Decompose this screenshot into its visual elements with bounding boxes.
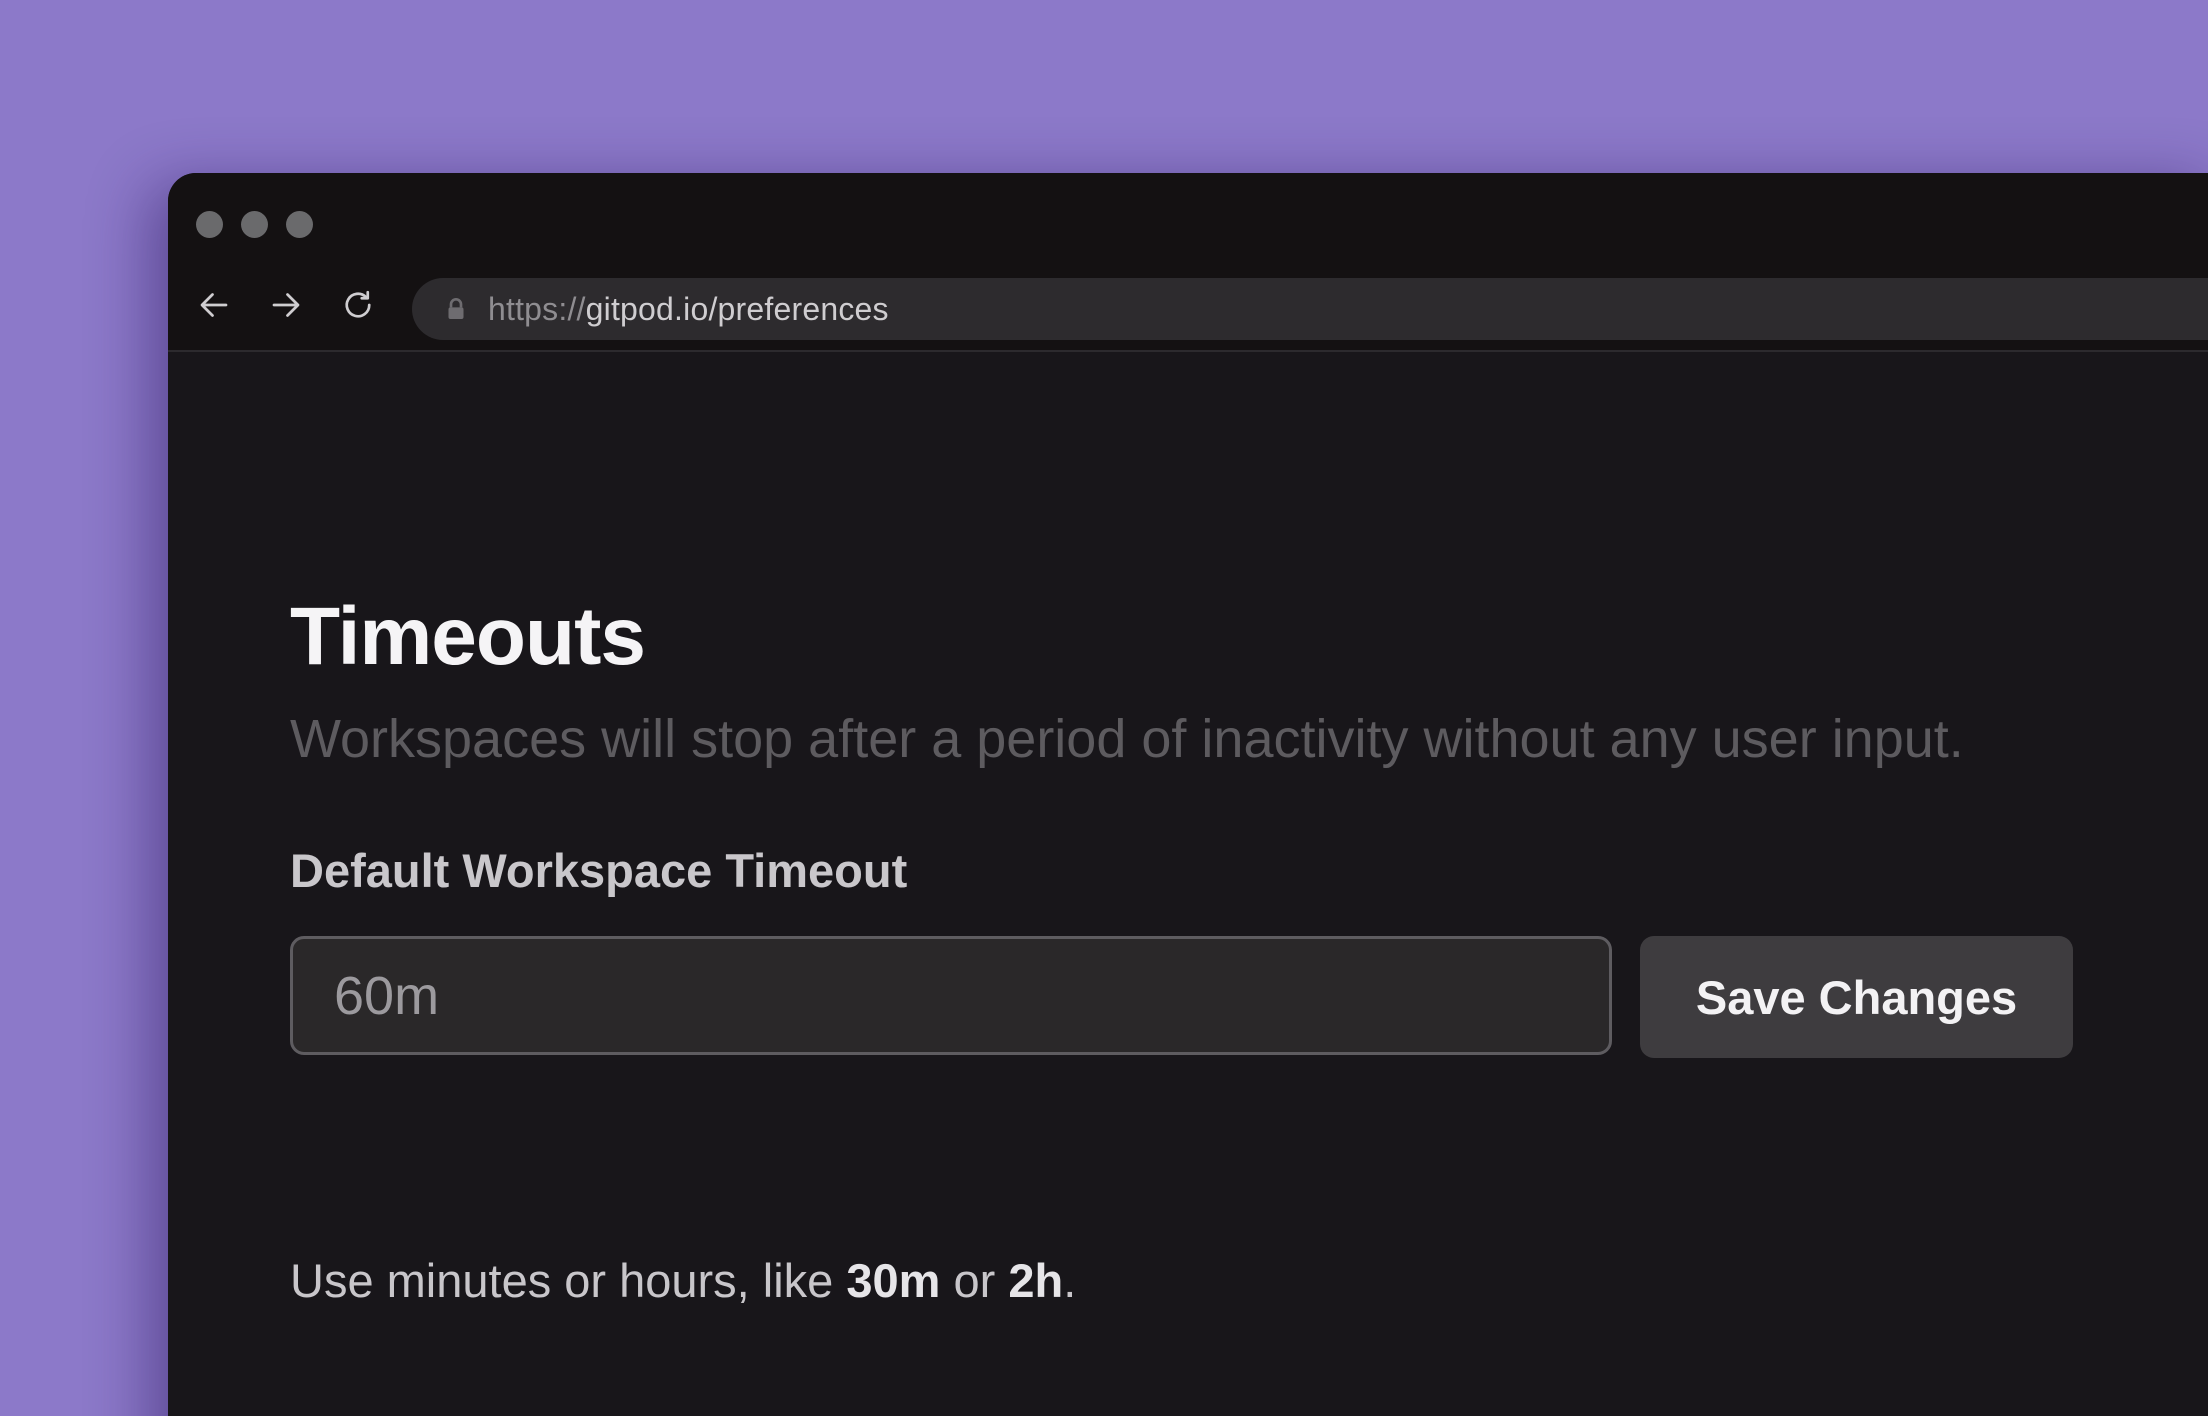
save-changes-button[interactable]: Save Changes [1640, 936, 2073, 1058]
browser-window: https://gitpod.io/preferences Timeouts W… [168, 173, 2208, 1416]
hint-middle: or [940, 1254, 1009, 1307]
arrow-left-icon [200, 293, 228, 317]
close-window-button[interactable] [196, 211, 223, 238]
window-controls [196, 211, 313, 238]
address-url: https://gitpod.io/preferences [488, 291, 889, 328]
browser-toolbar: https://gitpod.io/preferences [168, 173, 2208, 352]
timeout-hint: Use minutes or hours, like 30m or 2h. [290, 1253, 1076, 1308]
maximize-window-button[interactable] [286, 211, 313, 238]
timeout-field-label: Default Workspace Timeout [290, 844, 908, 897]
url-scheme: https:// [488, 290, 586, 327]
reload-icon [345, 290, 371, 318]
forward-button[interactable] [264, 283, 308, 327]
hint-example-minutes: 30m [846, 1254, 941, 1307]
page-subtitle: Workspaces will stop after a period of i… [290, 709, 1964, 769]
reload-button[interactable] [336, 283, 380, 327]
timeout-input[interactable] [290, 936, 1612, 1055]
page-title: Timeouts [290, 591, 646, 682]
hint-suffix: . [1063, 1254, 1077, 1307]
arrow-right-icon [272, 293, 300, 317]
lock-icon [444, 295, 468, 323]
address-bar[interactable]: https://gitpod.io/preferences [412, 278, 2208, 340]
hint-example-hours: 2h [1008, 1254, 1064, 1307]
url-host-path: gitpod.io/preferences [585, 290, 889, 327]
back-button[interactable] [192, 283, 236, 327]
hint-prefix: Use minutes or hours, like [290, 1254, 847, 1307]
minimize-window-button[interactable] [241, 211, 268, 238]
